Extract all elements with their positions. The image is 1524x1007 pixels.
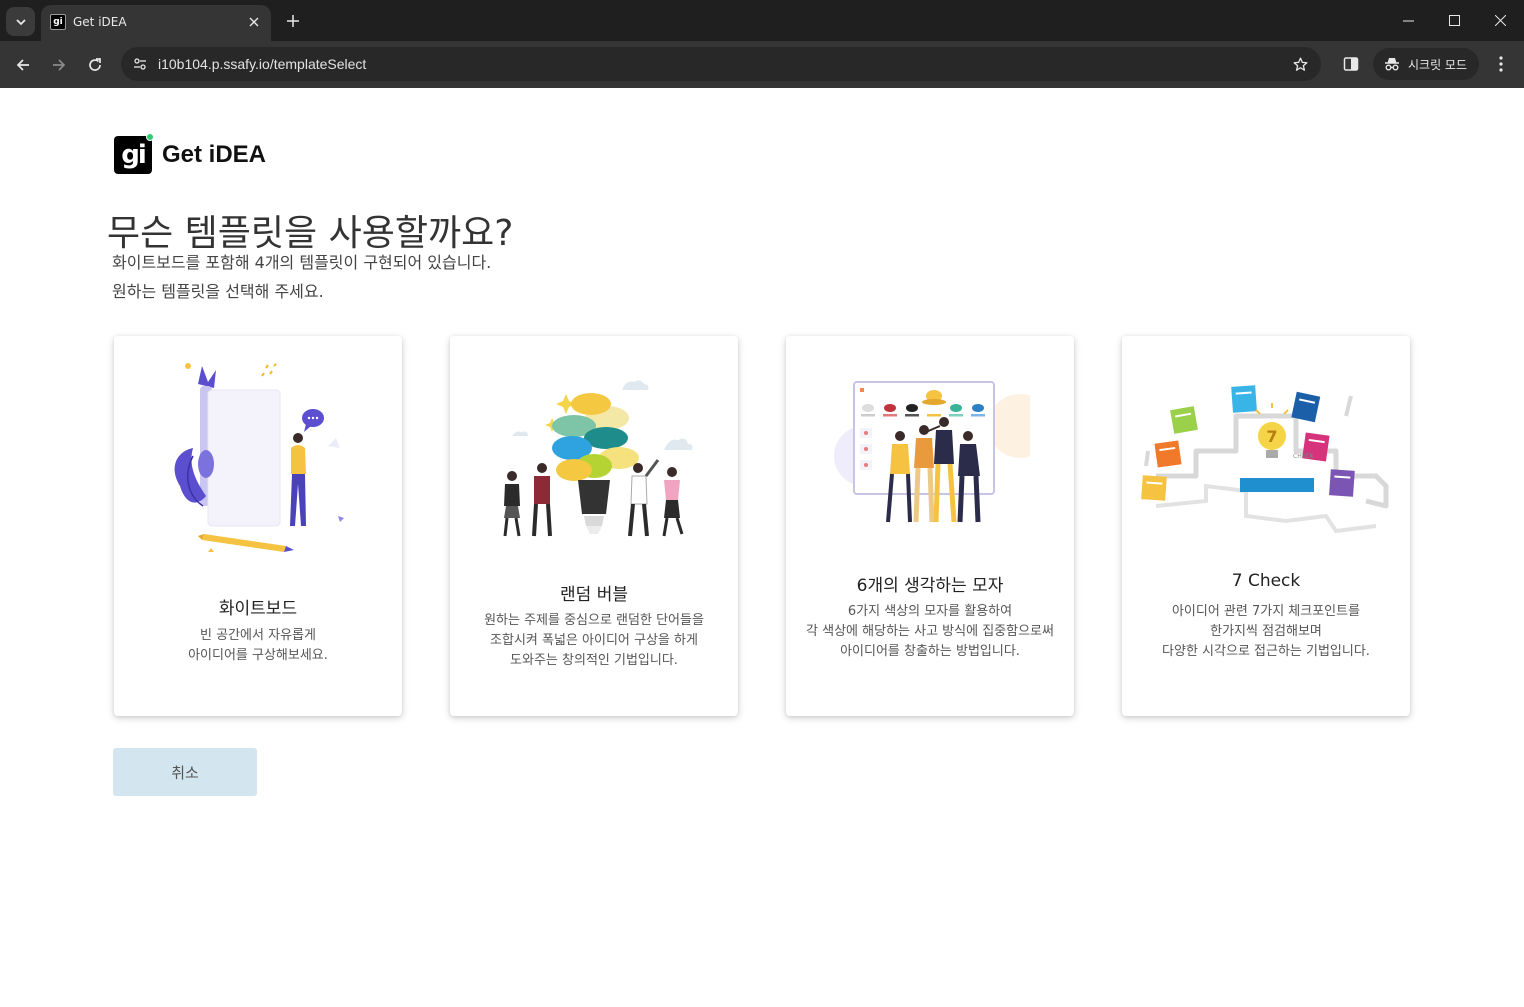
template-card-whiteboard[interactable]: 화이트보드 빈 공간에서 자유롭게 아이디어를 구상해보세요.: [114, 336, 402, 716]
description-line: 도와주는 창의적인 기법입니다.: [510, 653, 678, 668]
template-card-seven-check[interactable]: 7 CHECK 7 Check 아이디어 관련 7가지 체크포인트를 한가지씩 …: [1122, 336, 1410, 716]
page-content: gi Get iDEA 무슨 템플릿을 사용할까요? 화이트보드를 포함해 4개…: [0, 88, 1524, 1007]
description-line: 다양한 시각으로 접근하는 기법입니다.: [1162, 644, 1370, 659]
template-card-description: 아이디어 관련 7가지 체크포인트를 한가지씩 점검해보며 다양한 시각으로 접…: [1132, 602, 1400, 662]
template-card-six-hats[interactable]: 6개의 생각하는 모자 6가지 색상의 모자를 활용하여 각 색상에 해당하는 …: [786, 336, 1074, 716]
description-line: 아이디어를 창출하는 방법입니다.: [840, 644, 1020, 659]
template-card-title: 랜덤 버블: [560, 585, 628, 605]
site-info-button[interactable]: [129, 53, 151, 75]
more-vert-icon: [1499, 56, 1503, 72]
browser-menu-button[interactable]: [1490, 51, 1512, 77]
maximize-icon: [1448, 15, 1460, 26]
tab-close-button[interactable]: [245, 13, 263, 31]
cancel-button[interactable]: 취소: [113, 748, 257, 796]
arrow-left-icon: [16, 59, 29, 71]
forward-button[interactable]: [45, 51, 73, 79]
logo-dot: [146, 133, 154, 141]
description-line: 한가지씩 점검해보며: [1210, 624, 1322, 639]
side-panel-button[interactable]: [1338, 51, 1364, 77]
new-tab-button[interactable]: [283, 11, 303, 31]
description-line: 6가지 색상의 모자를 활용하여: [847, 604, 1013, 619]
back-button[interactable]: [9, 51, 37, 79]
tune-icon: [134, 58, 146, 70]
window-close-button[interactable]: [1477, 0, 1523, 41]
reload-icon: [89, 58, 101, 71]
logo[interactable]: gi Get iDEA: [114, 133, 267, 174]
whiteboard-illustration: [174, 363, 344, 552]
incognito-icon: [1385, 58, 1399, 71]
seven-check-illustration: 7 CHECK: [1141, 385, 1389, 534]
logo-mark-text: gi: [121, 140, 146, 170]
subtitle-line: 화이트보드를 포함해 4개의 템플릿이 구현되어 있습니다.: [112, 253, 492, 272]
browser-tab-bar: gi Get iDEA: [0, 0, 1524, 41]
minimize-button[interactable]: [1385, 0, 1431, 41]
template-card-title: 7 Check: [1231, 571, 1301, 591]
url-text[interactable]: i10b104.p.ssafy.io/templateSelect: [158, 56, 366, 72]
star-icon: [1292, 56, 1308, 71]
description-line: 원하는 주제를 중심으로 랜덤한 단어들을: [484, 613, 704, 628]
template-card-random-bubble[interactable]: 랜덤 버블 원하는 주제를 중심으로 랜덤한 단어들을 조합시켜 폭넓은 아이디…: [450, 336, 738, 716]
plus-icon: [287, 15, 299, 27]
description-line: 빈 공간에서 자유롭게: [200, 628, 316, 643]
six-hats-illustration: [834, 381, 1030, 523]
logo-mark-icon: gi: [114, 133, 154, 174]
browser-tab[interactable]: gi Get iDEA: [41, 5, 271, 41]
reload-button[interactable]: [81, 51, 109, 79]
random-bubble-illustration: [503, 380, 693, 537]
tab-search-button[interactable]: [6, 7, 35, 36]
tab-title: Get iDEA: [73, 15, 127, 29]
favicon-icon: gi: [50, 14, 66, 30]
arrow-right-icon: [53, 59, 66, 71]
minimize-icon: [1402, 20, 1414, 22]
side-panel-icon: [1343, 57, 1359, 71]
chevron-down-icon: [15, 18, 26, 25]
template-card-title: 화이트보드: [218, 599, 298, 619]
logo-text: Get iDEA: [162, 141, 267, 168]
check-label: CHECK: [1293, 453, 1315, 460]
maximize-button[interactable]: [1431, 0, 1477, 41]
description-line: 조합시켜 폭넓은 아이디어 구상을 하게: [490, 633, 698, 648]
description-line: 아이디어를 구상해보세요.: [188, 648, 328, 663]
subtitle-line: 원하는 템플릿을 선택해 주세요.: [112, 282, 324, 301]
template-card-description: 6가지 색상의 모자를 활용하여 각 색상에 해당하는 사고 방식에 집중함으로…: [796, 602, 1064, 662]
description-line: 각 색상에 해당하는 사고 방식에 집중함으로써: [806, 624, 1054, 639]
incognito-label: 시크릿 모드: [1408, 58, 1468, 72]
template-card-description: 원하는 주제를 중심으로 랜덤한 단어들을 조합시켜 폭넓은 아이디어 구상을 …: [460, 611, 728, 671]
close-icon: [249, 17, 259, 27]
close-icon: [1494, 15, 1506, 26]
description-line: 아이디어 관련 7가지 체크포인트를: [1171, 604, 1361, 619]
bookmark-button[interactable]: [1289, 53, 1311, 75]
template-card-description: 빈 공간에서 자유롭게 아이디어를 구상해보세요.: [124, 626, 392, 666]
incognito-indicator[interactable]: 시크릿 모드: [1373, 48, 1479, 80]
browser-toolbar: i10b104.p.ssafy.io/templateSelect 시크릿 모드: [0, 41, 1524, 88]
template-card-title: 6개의 생각하는 모자: [856, 576, 1004, 596]
check-number: 7: [1266, 427, 1277, 446]
address-bar[interactable]: i10b104.p.ssafy.io/templateSelect: [121, 47, 1321, 81]
page-subtitle: 화이트보드를 포함해 4개의 템플릿이 구현되어 있습니다. 원하는 템플릿을 …: [112, 248, 491, 306]
